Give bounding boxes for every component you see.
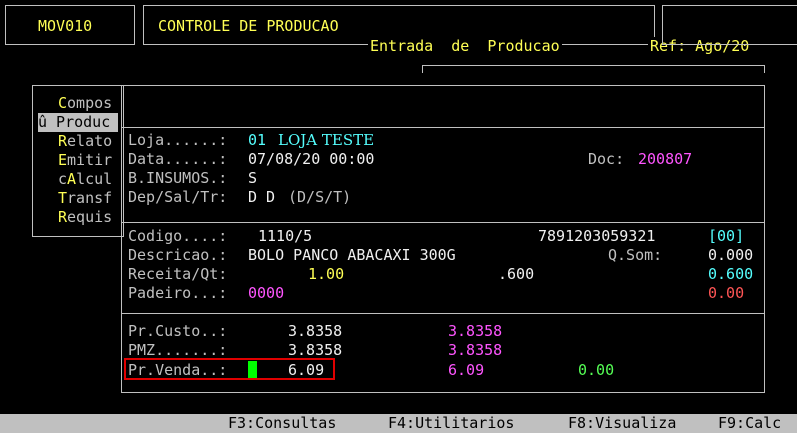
custo-label: Pr.Custo..: (128, 322, 228, 340)
data-label: Data......: (128, 150, 228, 168)
descricao-label: Descricao.: (128, 246, 228, 264)
receita-value[interactable]: 1.00 (308, 265, 344, 284)
qsom-label: Q.Som: (608, 246, 663, 264)
doc-value: 200807 (638, 150, 693, 168)
menu-item-emitir[interactable]: Emitir (58, 151, 112, 170)
bracket-value: [00] (708, 227, 745, 245)
main-panel-divider-3 (121, 313, 764, 314)
custo-value: 3.8358 (288, 322, 343, 340)
loja-label: Loja......: (128, 131, 228, 149)
function-key-bar: F3:Consultas F4:Utilitarios F8:Visualiza… (0, 414, 797, 433)
venda-extra-value: 0.00 (578, 361, 615, 379)
insumos-label: B.INSUMOS.: (128, 169, 228, 187)
dep-hint: (D/S/T) (288, 188, 352, 206)
menu-item-relatorio[interactable]: Relato (58, 132, 112, 151)
menu-item-calcular[interactable]: cAlcul (58, 170, 112, 189)
loja-name: LOJA TESTE (278, 131, 375, 149)
header-bracket-left (422, 65, 423, 73)
insumos-value[interactable]: S (248, 169, 257, 188)
program-code: MOV010 (38, 17, 93, 35)
barcode-value: 7891203059321 (538, 227, 656, 245)
custo-alt-value: 3.8358 (448, 322, 503, 340)
pmz-alt-value: 3.8358 (448, 341, 503, 359)
descricao-value: BOLO PANCO ABACAXI 300G (248, 246, 456, 264)
receita-label: Receita/Qt: (128, 265, 228, 283)
venda-value-input[interactable]: 6.09 (288, 361, 324, 380)
text-cursor (248, 361, 257, 378)
venda-alt-value: 6.09 (448, 361, 485, 379)
header-bracket-right (764, 65, 765, 73)
reference-box (662, 5, 797, 45)
padeiro-value[interactable]: 0000 (248, 284, 284, 303)
menu-item-requis[interactable]: Requis (58, 208, 112, 227)
venda-label: Pr.Venda..: (128, 361, 228, 379)
menu-item-transf[interactable]: Transf (58, 189, 112, 208)
qsom-value: 0.000 (708, 246, 754, 264)
header-bracket-line (422, 65, 764, 66)
f4-utilitarios-key[interactable]: F4:Utilitarios (388, 414, 514, 433)
receita-qty: .600 (498, 265, 535, 283)
dep-value[interactable]: D D (248, 188, 275, 207)
dep-label: Dep/Sal/Tr: (128, 188, 228, 206)
menu-item-producao[interactable]: û Produc (38, 113, 118, 132)
menu-item-compos[interactable]: Compos (58, 94, 112, 113)
padeiro-right: 0.00 (708, 284, 745, 302)
f8-visualiza-key[interactable]: F8:Visualiza (568, 414, 676, 433)
data-value[interactable]: 07/08/20 00:00 (248, 150, 374, 169)
f9-calc-key[interactable]: F9:Calc (718, 414, 781, 433)
main-panel-divider-2 (121, 222, 764, 223)
f3-consultas-key[interactable]: F3:Consultas (228, 414, 336, 433)
loja-code[interactable]: 01 (248, 131, 266, 150)
padeiro-label: Padeiro...: (128, 284, 228, 302)
module-title: CONTROLE DE PRODUCAO (158, 17, 339, 35)
codigo-label: Codigo....: (128, 227, 228, 245)
codigo-value[interactable]: 1110/5 (258, 227, 312, 246)
receita-right: 0.600 (708, 265, 754, 283)
screen-title: Entrada de Producao (368, 37, 562, 56)
main-panel-divider-1 (121, 127, 764, 128)
doc-label: Doc: (588, 150, 625, 168)
